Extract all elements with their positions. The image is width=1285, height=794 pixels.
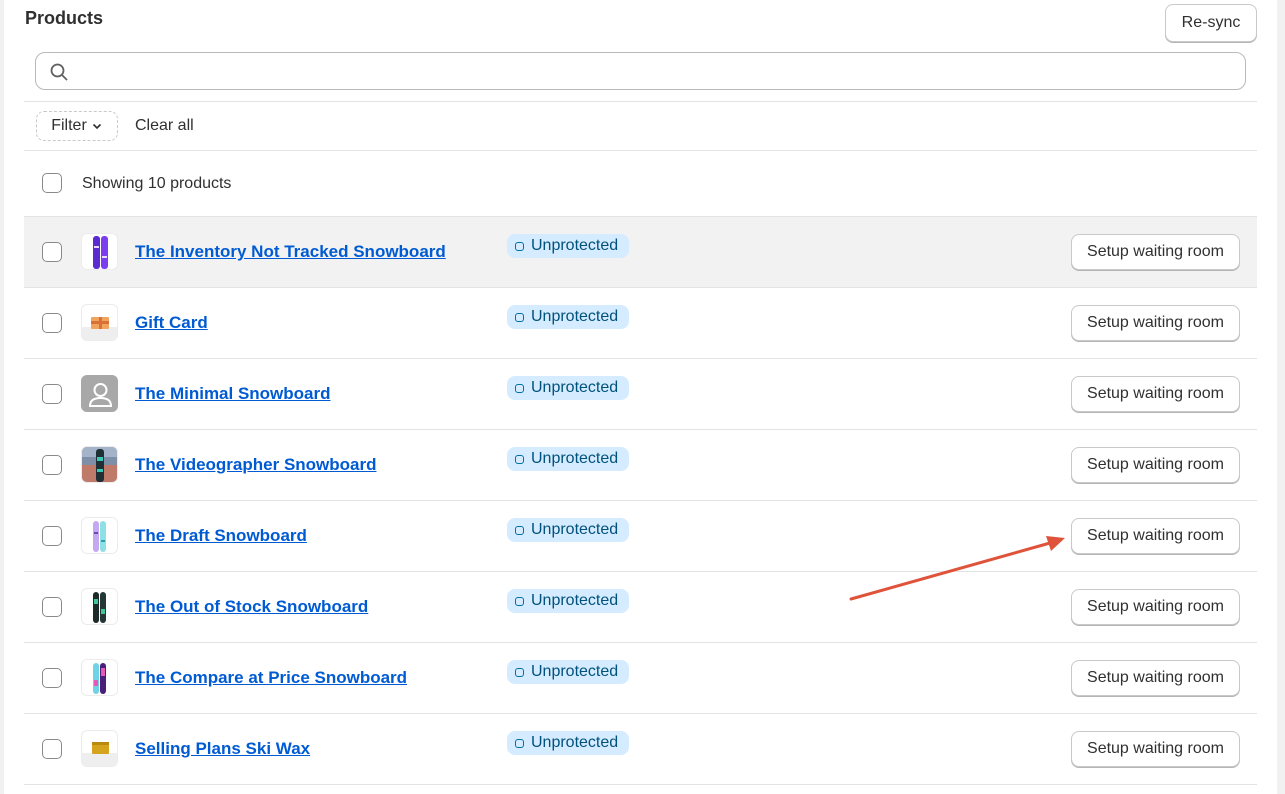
pastel-snowboard-icon (93, 521, 106, 552)
product-link[interactable]: The Inventory Not Tracked Snowboard (135, 242, 446, 262)
status-badge: Unprotected (507, 447, 630, 471)
setup-waiting-room-button[interactable]: Setup waiting room (1071, 305, 1240, 341)
divider (24, 101, 1257, 102)
status-label: Unprotected (531, 734, 619, 751)
product-link[interactable]: The Compare at Price Snowboard (135, 668, 407, 688)
setup-waiting-room-button[interactable]: Setup waiting room (1071, 660, 1240, 696)
product-thumbnail (81, 446, 118, 483)
chevron-down-icon (92, 123, 101, 130)
setup-waiting-room-button[interactable]: Setup waiting room (1071, 518, 1240, 554)
row-checkbox[interactable] (42, 242, 62, 262)
status-dot-icon (515, 383, 524, 393)
blue-pink-snowboard-icon (93, 663, 106, 694)
row-checkbox[interactable] (42, 384, 62, 404)
placeholder-person-icon (88, 383, 113, 407)
row-checkbox[interactable] (42, 597, 62, 617)
ski-wax-icon (82, 742, 117, 766)
row-checkbox[interactable] (42, 313, 62, 333)
status-badge: Unprotected (507, 660, 630, 684)
product-link[interactable]: The Draft Snowboard (135, 526, 307, 546)
search-input[interactable] (80, 59, 1234, 85)
products-card: Products Re-sync Filter Clear all Showin… (4, 0, 1277, 794)
status-label: Unprotected (531, 663, 619, 680)
status-badge: Unprotected (507, 376, 630, 400)
row-checkbox[interactable] (42, 455, 62, 475)
product-thumbnail (81, 517, 118, 554)
setup-waiting-room-button[interactable]: Setup waiting room (1071, 376, 1240, 412)
product-row: The Draft Snowboard Unprotected Setup wa… (24, 501, 1257, 572)
status-dot-icon (515, 596, 524, 606)
status-label: Unprotected (531, 521, 619, 538)
product-thumbnail (81, 304, 118, 341)
status-badge: Unprotected (507, 305, 630, 329)
product-thumbnail (81, 588, 118, 625)
page-title: Products (25, 8, 104, 28)
status-label: Unprotected (531, 237, 619, 254)
search-icon (50, 63, 68, 81)
showing-count: Showing 10 products (82, 175, 232, 192)
product-link[interactable]: Selling Plans Ski Wax (135, 739, 310, 759)
setup-waiting-room-button[interactable]: Setup waiting room (1071, 234, 1240, 270)
search-field[interactable] (35, 52, 1246, 90)
product-thumbnail (81, 730, 118, 767)
setup-waiting-room-button[interactable]: Setup waiting room (1071, 589, 1240, 625)
status-dot-icon (515, 738, 524, 748)
product-row: Selling Plans Ski Wax Unprotected Setup … (24, 714, 1257, 785)
row-checkbox[interactable] (42, 526, 62, 546)
select-all-checkbox[interactable] (42, 173, 62, 193)
filter-label: Filter (51, 117, 87, 134)
product-row: The Out of Stock Snowboard Unprotected S… (24, 572, 1257, 643)
purple-snowboard-icon (93, 236, 108, 269)
row-checkbox[interactable] (42, 668, 62, 688)
product-link[interactable]: Gift Card (135, 313, 208, 333)
status-dot-icon (515, 241, 524, 251)
product-row: The Inventory Not Tracked Snowboard Unpr… (24, 217, 1257, 288)
product-link[interactable]: The Out of Stock Snowboard (135, 597, 368, 617)
status-badge: Unprotected (507, 731, 630, 755)
filter-button[interactable]: Filter (36, 111, 118, 141)
product-row: Gift Card Unprotected Setup waiting room (24, 288, 1257, 359)
status-label: Unprotected (531, 592, 619, 609)
status-label: Unprotected (531, 379, 619, 396)
setup-waiting-room-button[interactable]: Setup waiting room (1071, 731, 1240, 767)
clear-all-button[interactable]: Clear all (135, 117, 194, 135)
product-thumbnail (81, 375, 118, 412)
status-label: Unprotected (531, 308, 619, 325)
status-dot-icon (515, 667, 524, 677)
product-row: The Videographer Snowboard Unprotected S… (24, 430, 1257, 501)
product-link[interactable]: The Minimal Snowboard (135, 384, 331, 404)
status-badge: Unprotected (507, 589, 630, 613)
resync-button[interactable]: Re-sync (1165, 4, 1257, 42)
setup-waiting-room-button[interactable]: Setup waiting room (1071, 447, 1240, 483)
status-dot-icon (515, 454, 524, 464)
product-row: The Compare at Price Snowboard Unprotect… (24, 643, 1257, 714)
gift-card-icon (82, 317, 117, 340)
dark-green-snowboard-icon (93, 592, 106, 623)
product-link[interactable]: The Videographer Snowboard (135, 455, 377, 475)
product-row: The Minimal Snowboard Unprotected Setup … (24, 359, 1257, 430)
row-checkbox[interactable] (42, 739, 62, 759)
divider (24, 150, 1257, 151)
status-dot-icon (515, 312, 524, 322)
status-badge: Unprotected (507, 234, 630, 258)
product-thumbnail (81, 659, 118, 696)
status-dot-icon (515, 525, 524, 535)
product-thumbnail (81, 233, 118, 270)
status-label: Unprotected (531, 450, 619, 467)
photo-snowboard-icon (82, 447, 117, 482)
status-badge: Unprotected (507, 518, 630, 542)
